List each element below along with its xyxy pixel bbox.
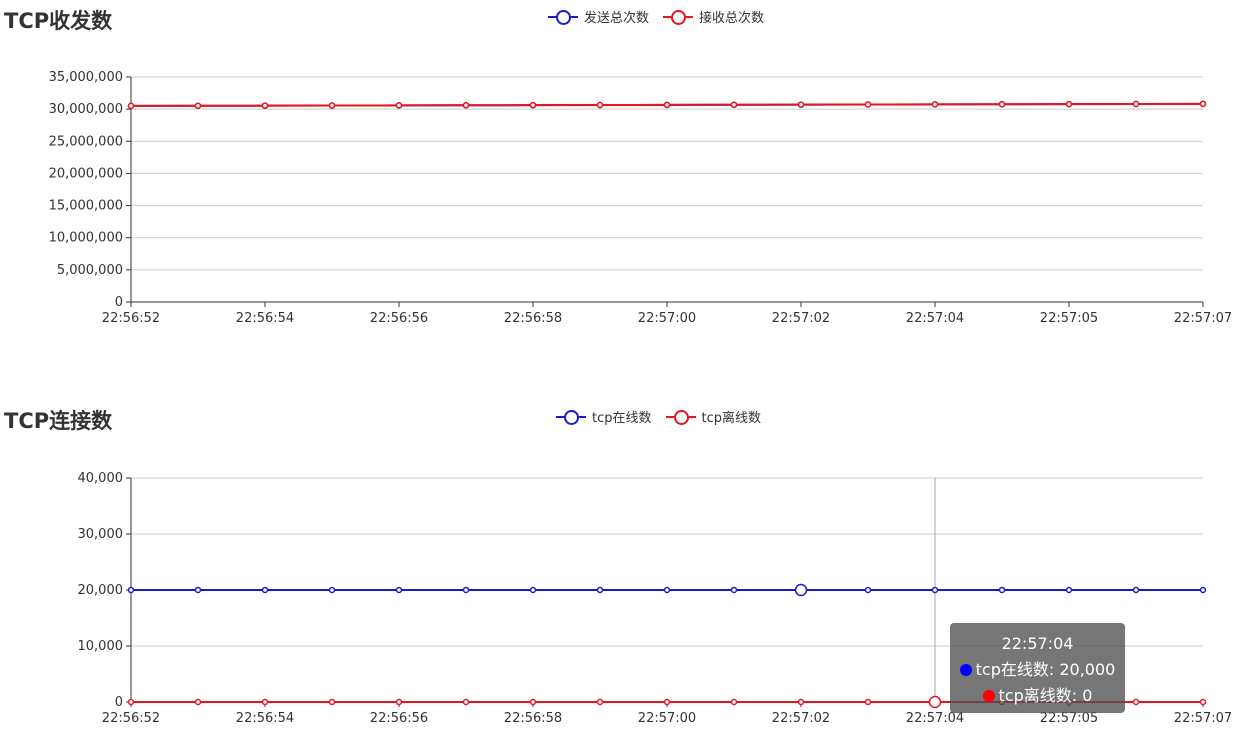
data-point [730, 698, 738, 706]
data-point [663, 101, 671, 109]
data-point [529, 586, 537, 594]
data-point [663, 698, 671, 706]
data-point [797, 101, 805, 108]
tooltip-time: 22:57:04 [1001, 634, 1074, 653]
data-point [931, 101, 939, 108]
data-point [328, 698, 336, 706]
data-point [794, 583, 808, 597]
y-tick-label: 30,000,000 [49, 102, 123, 117]
data-point [596, 101, 604, 109]
data-point [1132, 586, 1140, 594]
data-point [1065, 586, 1073, 594]
x-tick-label: 22:57:00 [638, 311, 696, 326]
data-point [194, 586, 202, 594]
data-point [127, 698, 135, 706]
data-point [529, 101, 537, 109]
tooltip-offline-text: tcp离线数: 0 [998, 686, 1093, 705]
data-point [462, 102, 470, 109]
tcp-traffic-plot[interactable]: 0 5,000,000 10,000,000 15,000,000 20,000,000… [0, 0, 1236, 360]
data-point [127, 586, 135, 594]
x-tick-label: 22:57:07 [1174, 711, 1232, 726]
x-tick-label: 22:57:07 [1174, 311, 1232, 326]
x-tick-label: 22:56:54 [236, 311, 294, 326]
y-tick-label: 20,000 [78, 583, 124, 598]
y-tick-label: 5,000,000 [57, 263, 123, 278]
data-point [1199, 698, 1207, 706]
data-point [931, 586, 939, 594]
data-point [998, 101, 1006, 108]
x-tick-label: 22:56:56 [370, 311, 428, 326]
data-point [1132, 100, 1140, 108]
data-point [194, 698, 202, 706]
x-tick-label: 22:57:05 [1040, 711, 1098, 726]
y-tick-label: 10,000 [78, 639, 124, 654]
x-tick-label: 22:56:58 [504, 711, 562, 726]
x-tick-label: 22:57:02 [772, 711, 830, 726]
x-tick-label: 22:56:58 [504, 311, 562, 326]
data-point [730, 586, 738, 594]
series-dot-icon [959, 664, 972, 676]
x-tick-label: 22:57:02 [772, 311, 830, 326]
data-point [596, 586, 604, 594]
data-point [395, 102, 403, 109]
data-point [261, 698, 269, 706]
data-point [328, 586, 336, 594]
data-point [1199, 586, 1207, 594]
data-point [998, 586, 1006, 594]
data-point [864, 698, 872, 706]
data-point [730, 101, 738, 109]
data-point [1065, 100, 1073, 108]
y-tick-label: 25,000,000 [49, 134, 123, 149]
x-tick-label: 22:57:04 [906, 711, 964, 726]
data-point [928, 695, 942, 709]
data-point [663, 586, 671, 594]
data-point [261, 102, 269, 109]
data-point [395, 698, 403, 706]
series-dot-icon [982, 690, 995, 702]
y-tick-label: 10,000,000 [49, 231, 123, 246]
data-point [462, 586, 470, 594]
data-point [261, 586, 269, 594]
x-tick-label: 22:56:56 [370, 711, 428, 726]
data-point [462, 698, 470, 706]
y-tick-label: 15,000,000 [49, 199, 123, 214]
data-point [529, 698, 537, 706]
data-point [864, 586, 872, 594]
tooltip-row-online: tcp在线数: 20,000 [950, 657, 1125, 683]
tooltip-online-text: tcp在线数: 20,000 [975, 660, 1116, 679]
y-tick-label: 35,000,000 [49, 70, 123, 85]
x-tick-label: 22:56:52 [102, 311, 160, 326]
tooltip-row-offline: tcp离线数: 0 [950, 683, 1125, 709]
tcp-traffic-chart-panel: TCP收发数 发送总次数 接收总次数 0 5,000,000 10,000,000 1… [0, 0, 1236, 360]
x-tick-label: 22:57:05 [1040, 311, 1098, 326]
data-point [864, 101, 872, 108]
y-tick-label: 30,000 [78, 527, 124, 542]
y-tick-label: 0 [115, 695, 123, 710]
chart-tooltip: 22:57:04 tcp在线数: 20,000 tcp离线数: 0 [950, 623, 1125, 713]
data-point [1199, 100, 1207, 108]
x-tick-label: 22:57:04 [906, 311, 964, 326]
data-point [194, 102, 202, 110]
x-tick-label: 22:57:00 [638, 711, 696, 726]
x-tick-label: 22:56:52 [102, 711, 160, 726]
data-point [1132, 698, 1140, 706]
y-tick-label: 0 [115, 295, 123, 310]
data-point [127, 102, 135, 110]
y-tick-label: 40,000 [78, 471, 124, 486]
data-point [328, 102, 336, 109]
data-point [596, 698, 604, 706]
data-point [395, 586, 403, 594]
data-point [797, 698, 805, 706]
x-tick-label: 22:56:54 [236, 711, 294, 726]
y-tick-label: 20,000,000 [49, 166, 123, 181]
